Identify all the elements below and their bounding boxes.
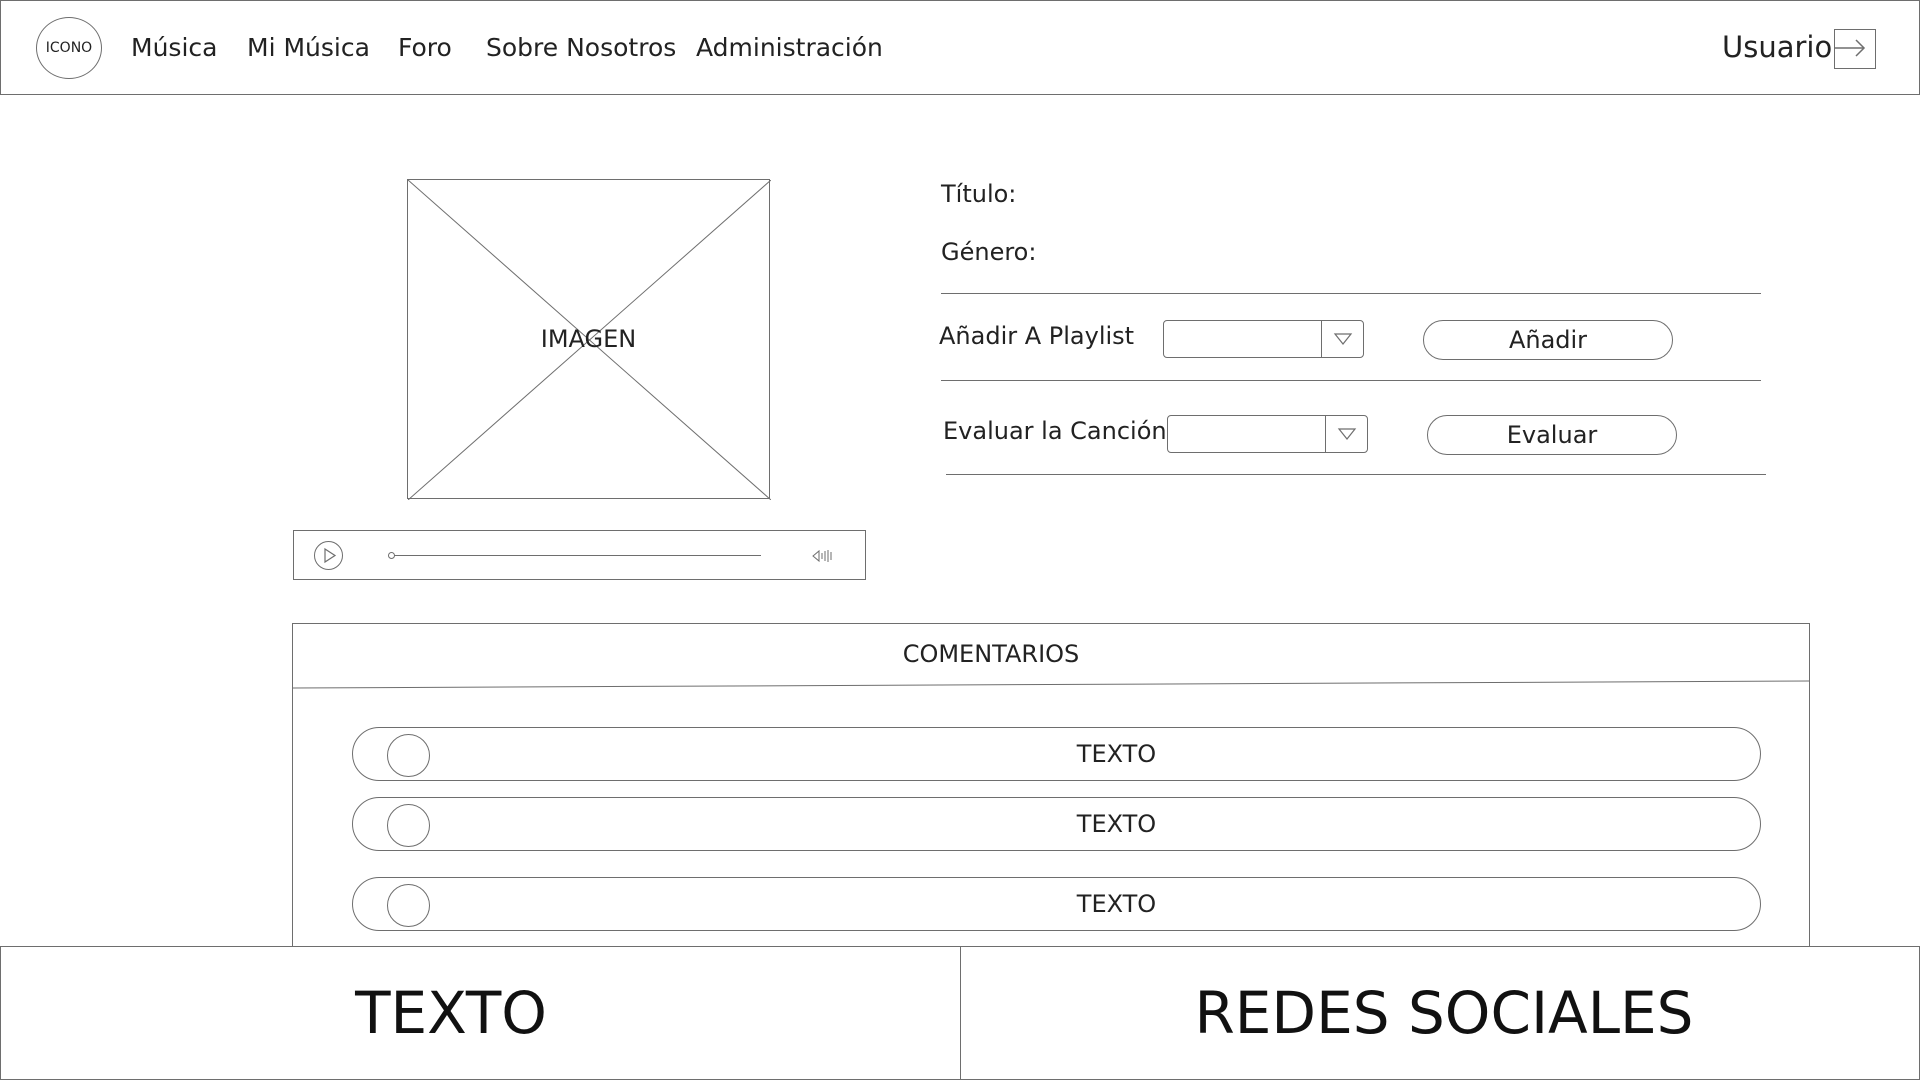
divider [941,293,1761,294]
divider [941,380,1761,381]
comment-item: TEXTO [352,797,1761,851]
chevron-down-icon [1322,321,1364,357]
comment-text: TEXTO [1076,810,1157,838]
playlist-select[interactable] [1163,320,1364,358]
nav-item-foro[interactable]: Foro [398,33,452,67]
comment-item: TEXTO [352,727,1761,781]
user-menu-label[interactable]: Usuario [1722,30,1832,64]
audio-player [293,530,866,580]
nav-item-mi-musica[interactable]: Mi Música [247,33,370,67]
comment-text: TEXTO [1076,890,1157,918]
comment-item: TEXTO [352,877,1761,931]
rate-song-button[interactable]: Evaluar [1427,415,1677,455]
seek-bar[interactable] [391,555,761,556]
divider [946,474,1766,475]
seek-handle[interactable] [388,552,395,559]
volume-button[interactable] [812,547,834,565]
add-to-playlist-label: Añadir A Playlist [939,322,1135,350]
nav-item-administracion[interactable]: Administración [696,33,883,67]
title-label: Título: [941,180,1017,208]
image-placeholder-label: IMAGEN [540,325,637,353]
genre-label: Género: [941,238,1037,266]
comment-text: TEXTO [1076,740,1157,768]
nav-item-sobre-nosotros[interactable]: Sobre Nosotros [486,33,676,67]
add-to-playlist-button[interactable]: Añadir [1423,320,1673,360]
logo-text: ICONO [45,40,93,56]
logout-arrow-icon [1834,39,1866,57]
logout-button[interactable] [1834,29,1876,69]
rating-select[interactable] [1167,415,1368,453]
volume-icon [812,549,832,563]
footer-social-links[interactable]: REDES SOCIALES [961,946,1920,1080]
chevron-down-icon [1326,416,1368,452]
song-cover-image: IMAGEN [407,179,771,500]
rate-song-label: Evaluar la Canción [943,417,1167,445]
play-icon [324,547,337,564]
comments-header-divider [292,680,1810,689]
play-button[interactable] [314,541,343,570]
logo[interactable]: ICONO [36,17,102,79]
nav-item-musica[interactable]: Música [131,33,217,67]
footer-text: TEXTO [355,979,547,1047]
